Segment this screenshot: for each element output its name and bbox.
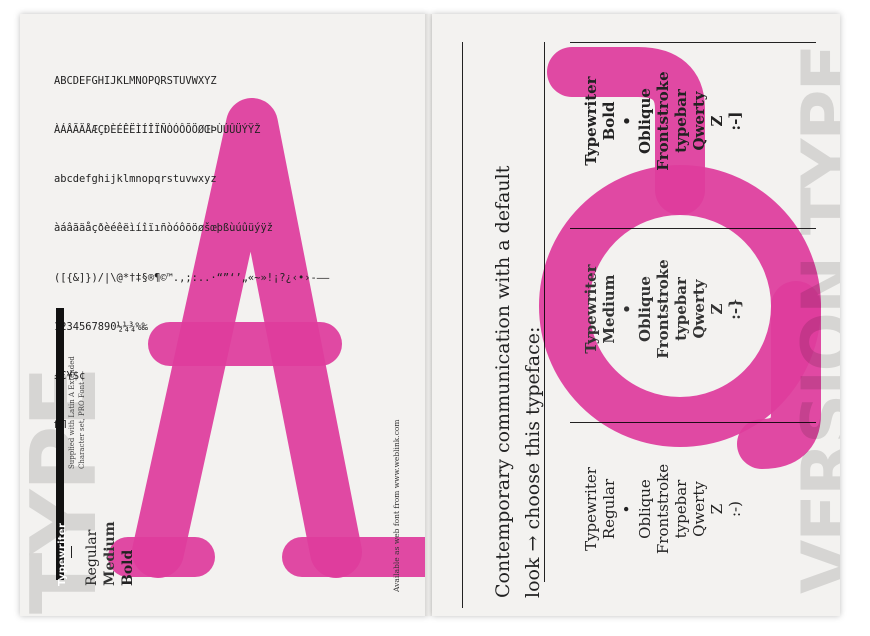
cell-text: • (618, 116, 636, 126)
cell-text: Frontstroke (654, 259, 672, 359)
typeface-name: Typewriter (57, 522, 68, 586)
charset-line: ABCDEFGHIJKLMNOPQRSTUVWXYZ (54, 74, 217, 87)
cell-text: Oblique (636, 276, 654, 342)
charset-line: ﬁﬂ (54, 417, 329, 433)
charset-line: àáâãäåçðèéêëìíîïıñòóôõöøšœþßùúûüýÿž (54, 222, 273, 235)
charset-line: ([{&]})/|\@*†‡§®¶©™.,;:..·“”‘’„«~»!¡?¿‹•… (54, 271, 330, 284)
column-regular: Typewriter Regular • Oblique Frontstroke… (582, 444, 744, 574)
cell-text: Typewriter (582, 467, 600, 551)
cell-text: Frontstroke (654, 463, 672, 555)
cell-text: Qwerty (690, 279, 708, 339)
typeface-dash (71, 546, 72, 558)
cell-text: Z (708, 303, 726, 315)
cell-text: Typewriter (582, 264, 600, 354)
cell-text: • (618, 504, 636, 514)
weight-regular: Regular (84, 529, 100, 586)
charset-line: 1234567890½¼¾%‰ (54, 320, 148, 333)
cell-text: :-] (726, 111, 744, 131)
cell-text: Bold (600, 101, 618, 141)
cell-text: :-) (726, 501, 744, 517)
character-set: ABCDEFGHIJKLMNOPQRSTUVWXYZ ÀÁÂÃÄÅÆÇĐÈÉÊË… (54, 40, 329, 467)
cell-text: • (618, 304, 636, 314)
cell-text: Typewriter (582, 76, 600, 166)
charset-line: abcdefghijklmnopqrstuvwxyz (54, 173, 217, 186)
cell-text: Z (708, 115, 726, 127)
right-page: VERSION TYPE Contemporary communication … (432, 14, 840, 616)
cell-text: typebar (672, 89, 690, 153)
column-bold: Typewriter Bold • Oblique Frontstroke ty… (582, 56, 744, 186)
cell-text: Z (708, 503, 726, 515)
cell-text: Qwerty (690, 91, 708, 151)
weight-bold: Bold (120, 549, 136, 586)
cell-text: Qwerty (690, 481, 708, 537)
weight-medium: Medium (102, 521, 118, 586)
cell-text: Regular (600, 478, 618, 540)
cell-text: Oblique (636, 88, 654, 154)
cell-text: Frontstroke (654, 71, 672, 171)
web-font-note: Available as web font from www.weblink.c… (392, 419, 401, 592)
cell-text: Medium (600, 274, 618, 344)
cell-text: typebar (672, 277, 690, 341)
supplied-note-2: Character set, PRO Font (78, 382, 86, 469)
supplied-note-1: Supplied with Latin A Extended (68, 356, 76, 469)
column-medium: Typewriter Medium • Oblique Frontstroke … (582, 244, 744, 374)
charset-line: ÀÁÂÃÄÅÆÇĐÈÉÊËÌÍÎÏÑÒÓÔÕÖØŒÞÙÚÛÜÝŸŽ (54, 124, 261, 137)
cell-text: typebar (672, 479, 690, 539)
cell-text: :-} (726, 298, 744, 320)
cell-text: Oblique (636, 479, 654, 539)
left-page: TYPE ABCDEFGHIJKLMNOPQRSTUVWXYZ ÀÁÂÃÄÅÆÇ… (20, 14, 428, 616)
charset-line: £€¥$¢ (54, 370, 86, 383)
